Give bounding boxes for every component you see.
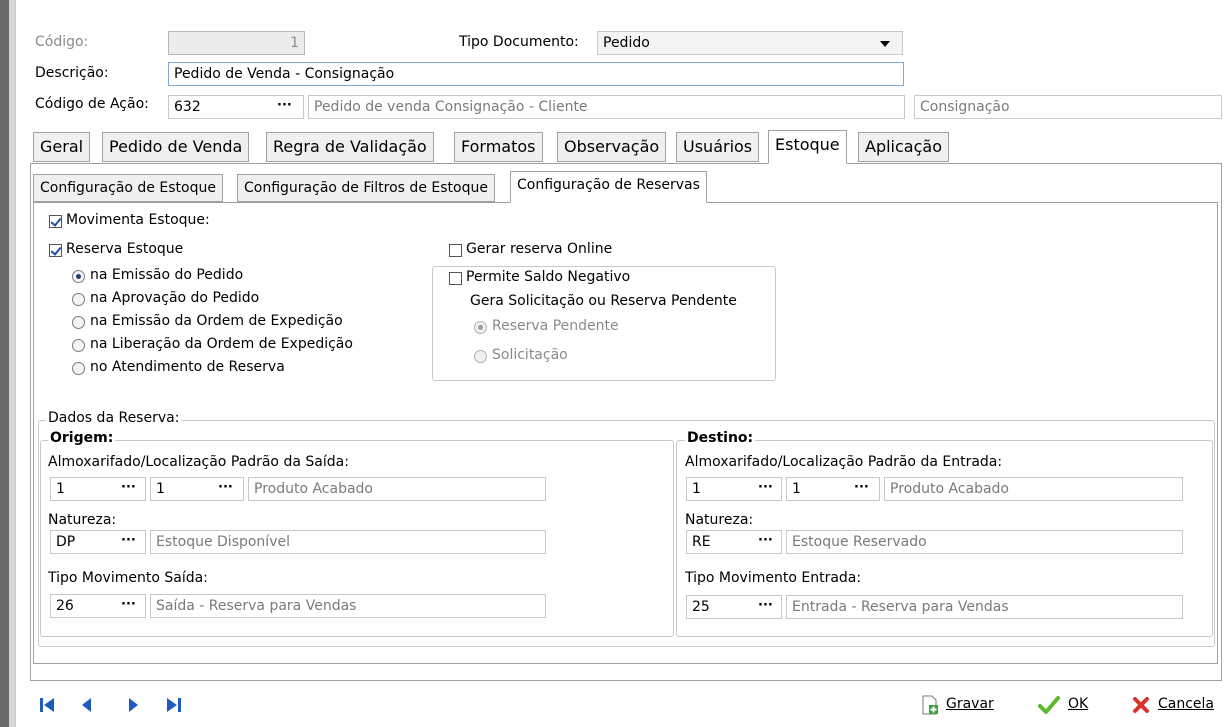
codigo-acao-description: Pedido de venda Consignação - Cliente: [308, 95, 905, 119]
gerar-reserva-online-label: Gerar reserva Online: [466, 241, 613, 257]
destino-almox-value: 1: [692, 481, 701, 497]
reserva-estoque-checkbox[interactable]: [49, 244, 62, 257]
origem-natureza-value: DP: [56, 534, 76, 550]
radio-emissao-pedido-label: na Emissão do Pedido: [90, 267, 244, 283]
radio-atendimento-reserva[interactable]: [72, 362, 85, 375]
origem-title: Origem:: [48, 430, 116, 446]
cancela-button-label: Cancela: [1158, 696, 1215, 712]
tab-observacao[interactable]: Observação: [557, 132, 667, 162]
destino-tipo-movimento-lookup-button[interactable]: ···: [758, 595, 773, 617]
origem-tipo-movimento-description: Saída - Reserva para Vendas: [150, 594, 546, 618]
destino-tipo-movimento-value: 25: [692, 599, 710, 615]
codigo-acao-lookup-button[interactable]: ···: [277, 95, 292, 117]
radio-solicitacao[interactable]: [474, 350, 487, 363]
gerar-reserva-online-checkbox[interactable]: [449, 244, 462, 257]
origem-almox-lookup-button[interactable]: ···: [121, 477, 136, 499]
tab-estoque[interactable]: Estoque: [768, 130, 847, 164]
destino-natureza-label: Natureza:: [685, 512, 754, 528]
origem-localizacao-lookup-button[interactable]: ···: [218, 477, 233, 499]
origem-almox-label: Almoxarifado/Localização Padrão da Saída…: [48, 454, 349, 470]
tipo-documento-select[interactable]: Pedido: [597, 31, 903, 55]
permite-saldo-negativo-label: Permite Saldo Negativo: [466, 269, 631, 285]
radio-reserva-pendente[interactable]: [474, 321, 487, 334]
destino-title: Destino:: [685, 430, 756, 446]
codigo-field[interactable]: 1: [168, 31, 305, 55]
radio-emissao-ordem-label: na Emissão da Ordem de Expedição: [90, 313, 343, 329]
previous-record-icon[interactable]: [77, 696, 97, 714]
radio-liberacao-ordem[interactable]: [72, 339, 85, 352]
radio-emissao-ordem[interactable]: [72, 316, 85, 329]
tipo-documento-value: Pedido: [603, 35, 650, 51]
codigo-acao-extra: Consignação: [914, 95, 1222, 119]
radio-aprovacao-pedido[interactable]: [72, 293, 85, 306]
gravar-button-label: Gravar: [946, 696, 994, 712]
origem-tipo-movimento-label: Tipo Movimento Saída:: [48, 570, 208, 586]
save-document-icon: [922, 695, 938, 715]
movimenta-estoque-checkbox[interactable]: [49, 215, 62, 228]
radio-reserva-pendente-label: Reserva Pendente: [492, 318, 619, 334]
destino-natureza-lookup-button[interactable]: ···: [758, 530, 773, 552]
reserva-estoque-label: Reserva Estoque: [66, 241, 184, 257]
tab-usuarios[interactable]: Usuários: [676, 132, 760, 162]
permite-saldo-negativo-checkbox[interactable]: [449, 272, 462, 285]
radio-aprovacao-pedido-label: na Aprovação do Pedido: [90, 290, 260, 306]
subtab-configuracao-estoque[interactable]: Configuração de Estoque: [33, 174, 223, 202]
tab-formatos[interactable]: Formatos: [454, 132, 543, 162]
radio-atendimento-reserva-label: no Atendimento de Reserva: [90, 359, 285, 375]
destino-almox-description: Produto Acabado: [884, 477, 1183, 501]
destino-natureza-description: Estoque Reservado: [786, 530, 1183, 554]
tab-pedido-de-venda[interactable]: Pedido de Venda: [102, 132, 250, 162]
destino-localizacao-value: 1: [792, 481, 801, 497]
subtab-configuracao-filtros[interactable]: Configuração de Filtros de Estoque: [237, 174, 495, 202]
destino-tipo-movimento-description: Entrada - Reserva para Vendas: [786, 595, 1183, 619]
ok-button-label: OK: [1068, 696, 1089, 712]
codigo-label: Código:: [35, 34, 89, 50]
next-record-icon[interactable]: [123, 696, 143, 714]
radio-solicitacao-label: Solicitação: [492, 347, 568, 363]
movimenta-estoque-label: Movimenta Estoque:: [66, 212, 210, 228]
tab-geral[interactable]: Geral: [33, 132, 91, 162]
chevron-down-icon: [880, 41, 890, 47]
codigo-acao-label: Código de Ação:: [35, 96, 149, 112]
origem-natureza-lookup-button[interactable]: ···: [121, 530, 136, 552]
destino-almox-label: Almoxarifado/Localização Padrão da Entra…: [685, 454, 1003, 470]
last-record-icon[interactable]: [163, 696, 183, 714]
tab-regra-de-validacao[interactable]: Regra de Validação: [266, 132, 434, 162]
origem-localizacao-value: 1: [156, 481, 165, 497]
close-icon: [1133, 697, 1149, 713]
descricao-field[interactable]: Pedido de Venda - Consignação: [168, 62, 904, 86]
checkmark-icon: [1038, 696, 1060, 714]
tab-aplicacao[interactable]: Aplicação: [858, 132, 949, 162]
destino-almox-lookup-button[interactable]: ···: [758, 477, 773, 499]
window-left-frame: [9, 0, 16, 727]
dados-reserva-title: Dados da Reserva:: [46, 410, 182, 426]
origem-natureza-label: Natureza:: [48, 512, 117, 528]
destino-localizacao-lookup-button[interactable]: ···: [854, 477, 869, 499]
radio-emissao-pedido[interactable]: [72, 270, 85, 283]
destino-tipo-movimento-label: Tipo Movimento Entrada:: [685, 570, 862, 586]
origem-tipo-movimento-lookup-button[interactable]: ···: [121, 594, 136, 616]
origem-tipo-movimento-value: 26: [56, 598, 74, 614]
destino-natureza-value: RE: [692, 534, 711, 550]
gera-solicitacao-label: Gera Solicitação ou Reserva Pendente: [470, 293, 737, 309]
first-record-icon[interactable]: [38, 696, 58, 714]
codigo-acao-value: 632: [174, 99, 201, 115]
origem-almox-value: 1: [56, 481, 65, 497]
window-left-border: [0, 0, 9, 727]
radio-liberacao-ordem-label: na Liberação da Ordem de Expedição: [90, 336, 353, 352]
tipo-documento-label: Tipo Documento:: [459, 34, 579, 50]
descricao-label: Descrição:: [35, 65, 109, 81]
subtab-configuracao-reservas[interactable]: Configuração de Reservas: [510, 171, 707, 203]
origem-almox-description: Produto Acabado: [248, 477, 546, 501]
origem-natureza-description: Estoque Disponível: [150, 530, 546, 554]
